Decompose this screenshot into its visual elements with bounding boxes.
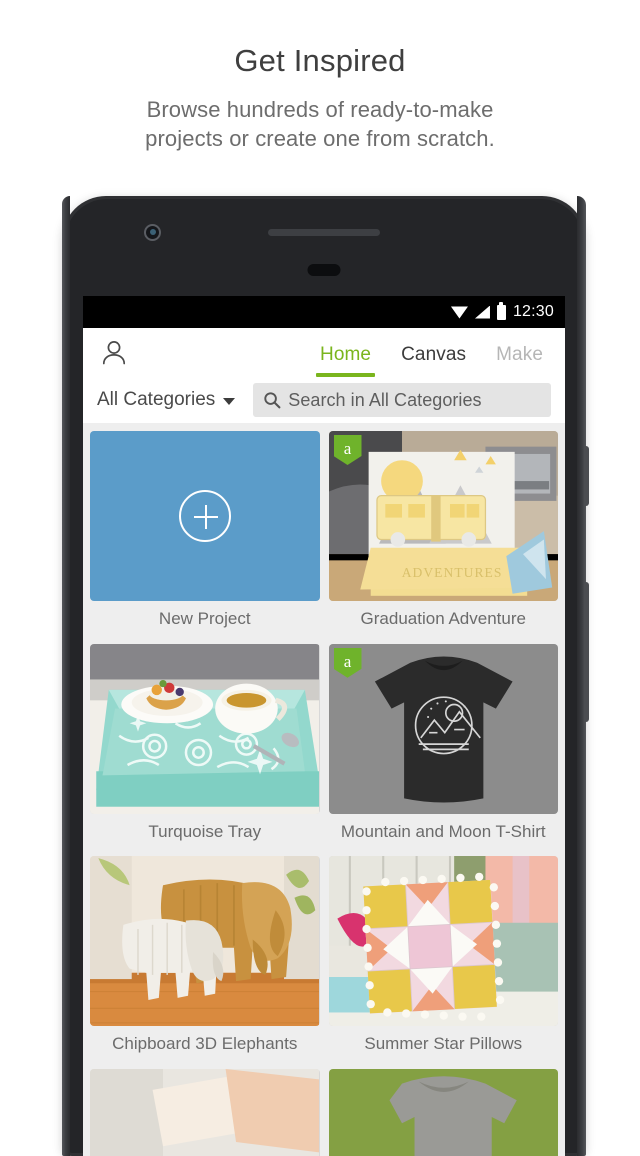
project-thumbnail[interactable] xyxy=(90,643,320,814)
account-avatar-button[interactable] xyxy=(97,336,131,370)
promo-subtitle-line-1: Browse hundreds of ready-to-make xyxy=(146,97,494,123)
search-icon xyxy=(264,392,281,409)
power-button[interactable] xyxy=(584,446,589,506)
proximity-sensor xyxy=(307,264,341,276)
turquoise-tray-photo xyxy=(90,643,320,814)
partial-project-photo-right xyxy=(328,1069,558,1156)
battery-icon xyxy=(496,301,506,320)
project-card-label: Graduation Adventure xyxy=(360,609,526,628)
signal-icon xyxy=(474,305,490,319)
new-project-tile[interactable] xyxy=(90,431,320,601)
cricut-access-badge-letter: a xyxy=(343,439,352,458)
status-bar-clock: 12:30 xyxy=(512,303,554,320)
chipboard-elephants-photo xyxy=(90,856,320,1027)
cricut-access-badge-letter: a xyxy=(343,651,352,671)
project-card-turquoise-tray[interactable]: Turquoise Tray xyxy=(90,643,320,854)
project-card-label: Turquoise Tray xyxy=(148,821,262,841)
search-placeholder: Search in All Categories xyxy=(288,389,482,410)
project-card-summer-star-pillows[interactable]: Summer Star Pillows xyxy=(328,856,558,1066)
project-card-label: Summer Star Pillows xyxy=(364,1034,523,1054)
app-bar: Home Canvas Make xyxy=(83,328,565,377)
category-dropdown-label: All Categories xyxy=(97,389,216,410)
plus-circle-icon xyxy=(178,490,231,542)
filter-bar: All Categories Search in All Categories xyxy=(83,377,565,423)
project-thumbnail[interactable] xyxy=(90,1069,320,1156)
project-thumbnail[interactable] xyxy=(328,1069,558,1156)
page-title: Get Inspired xyxy=(234,43,406,78)
project-card-label: New Project xyxy=(158,609,251,628)
project-card-partial-right[interactable] xyxy=(328,1069,558,1156)
project-thumbnail[interactable]: ADVENTURES a xyxy=(328,431,558,601)
project-thumbnail[interactable]: a xyxy=(328,643,558,814)
tab-canvas[interactable]: Canvas xyxy=(401,344,466,377)
summer-star-pillows-photo xyxy=(328,856,558,1027)
svg-text:ADVENTURES: ADVENTURES xyxy=(401,565,502,580)
status-bar: 12:30 xyxy=(83,296,565,328)
phone-device-frame: 12:30 Home Canvas Make All Categories Se… xyxy=(62,196,589,1156)
graduation-adventure-photo: ADVENTURES xyxy=(328,431,558,601)
project-card-label: Chipboard 3D Elephants xyxy=(112,1034,298,1054)
project-thumbnail[interactable] xyxy=(90,856,320,1027)
project-card-graduation-adventure[interactable]: ADVENTURES a Graduation Adventure xyxy=(328,431,558,641)
search-input[interactable]: Search in All Categories xyxy=(253,383,551,417)
promo-subtitle: Browse hundreds of ready-to-make project… xyxy=(0,95,640,154)
project-grid: New Project ADVENTURES a Graduation Adve… xyxy=(83,423,565,1156)
promo-subtitle-line-2: projects or create one from scratch. xyxy=(145,126,495,152)
person-icon xyxy=(102,341,126,365)
project-card-partial-left[interactable] xyxy=(90,1069,320,1156)
project-thumbnail[interactable] xyxy=(328,856,558,1027)
phone-screen: 12:30 Home Canvas Make All Categories Se… xyxy=(83,296,565,1156)
nav-tabs: Home Canvas Make xyxy=(315,344,565,377)
partial-project-photo-left xyxy=(90,1069,320,1156)
tab-home[interactable]: Home xyxy=(315,344,376,377)
front-camera-icon xyxy=(144,224,161,241)
project-card-mountain-and-moon-t-shirt[interactable]: a Mountain and Moon T-Shirt xyxy=(328,643,558,854)
chevron-down-icon xyxy=(223,398,236,405)
project-card-chipboard-3d-elephants[interactable]: Chipboard 3D Elephants xyxy=(90,856,320,1066)
project-card-label: Mountain and Moon T-Shirt xyxy=(340,821,546,841)
mountain-moon-tshirt-photo xyxy=(328,643,558,814)
promo-header: Get Inspired Browse hundreds of ready-to… xyxy=(0,0,640,154)
phone-left-edge xyxy=(62,196,70,1156)
category-dropdown-button[interactable]: All Categories xyxy=(97,389,236,411)
volume-rocker-button[interactable] xyxy=(584,582,589,722)
project-thumbnail[interactable] xyxy=(90,431,320,601)
project-card-new-project[interactable]: New Project xyxy=(90,431,320,641)
wifi-icon xyxy=(450,306,468,319)
tab-make[interactable]: Make xyxy=(496,344,543,377)
earpiece-speaker xyxy=(268,229,380,236)
